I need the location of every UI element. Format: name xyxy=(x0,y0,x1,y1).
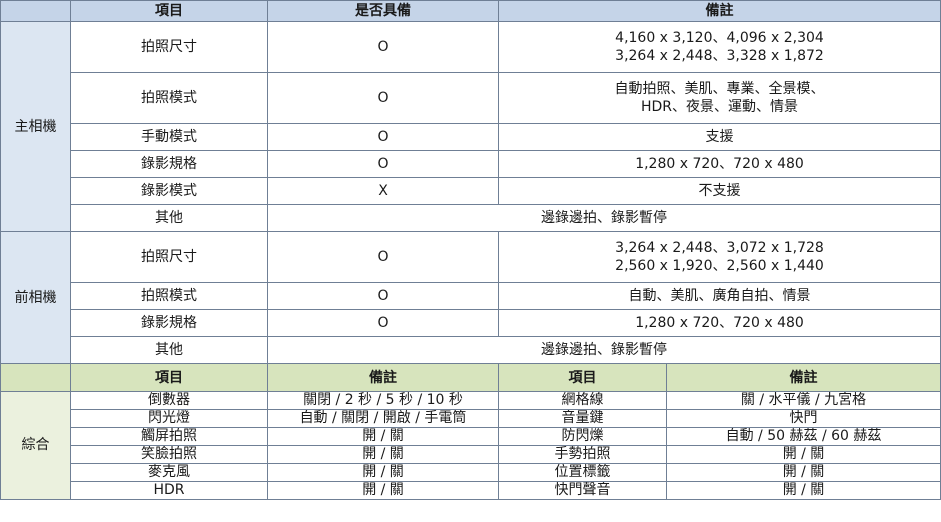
row-notes: 1,280 x 720、720 x 480 xyxy=(498,150,941,178)
category-general: 綜合 xyxy=(0,391,71,500)
header-blank xyxy=(0,0,71,22)
row-item: 拍照尺寸 xyxy=(70,231,268,283)
general-note-1: 開 / 關 xyxy=(267,481,499,500)
table-row: 前相機 拍照尺寸 O 3,264 x 2,448、3,072 x 1,728 2… xyxy=(0,231,941,364)
row-item: 手動模式 xyxy=(70,123,268,151)
table-row: 拍照模式 O 自動、美肌、廣角自拍、情景 xyxy=(1,282,941,310)
general-header-row: 項目 備註 項目 備註 xyxy=(0,363,941,392)
general-note-2: 開 / 關 xyxy=(666,481,941,500)
table-row: 閃光燈 自動 / 關閉 / 開啟 / 手電筒 音量鍵 快門 xyxy=(1,409,941,428)
row-item: 其他 xyxy=(70,204,268,232)
row-notes: 不支援 xyxy=(498,177,941,205)
general-header-note-1: 備註 xyxy=(267,363,499,392)
row-supported: O xyxy=(267,150,499,178)
table-row: 手動模式 O 支援 xyxy=(1,123,941,151)
table-row: 拍照模式 O 自動拍照、美肌、專業、全景模、 HDR、夜景、運動、情景 xyxy=(1,72,941,124)
row-item: 其他 xyxy=(70,336,268,364)
general-note-2: 關 / 水平儀 / 九宮格 xyxy=(666,391,941,410)
row-supported: X xyxy=(267,177,499,205)
row-supported: O xyxy=(267,231,499,283)
table-row: 主相機 拍照尺寸 O 4,160 x 3,120、4,096 x 2,304 3… xyxy=(0,21,941,232)
general-item-1: 閃光燈 xyxy=(70,409,268,428)
row-other-value: 邊錄邊拍、錄影暫停 xyxy=(267,204,941,232)
table-row: 觸屏拍照 開 / 關 防閃爍 自動 / 50 赫茲 / 60 赫茲 xyxy=(1,427,941,446)
general-note-2: 快門 xyxy=(666,409,941,428)
table-row: 笑臉拍照 開 / 關 手勢拍照 開 / 關 xyxy=(1,445,941,464)
row-notes: 4,160 x 3,120、4,096 x 2,304 3,264 x 2,44… xyxy=(498,21,941,73)
general-item-1: 麥克風 xyxy=(70,463,268,482)
row-notes: 自動拍照、美肌、專業、全景模、 HDR、夜景、運動、情景 xyxy=(498,72,941,124)
header-item: 項目 xyxy=(70,0,268,22)
row-item: 拍照模式 xyxy=(70,72,268,124)
general-item-2: 位置標籤 xyxy=(498,463,667,482)
notes-line: 3,264 x 2,448、3,328 x 1,872 xyxy=(615,48,824,64)
row-item: 拍照模式 xyxy=(70,282,268,310)
row-notes: 1,280 x 720、720 x 480 xyxy=(498,309,941,337)
table-header-row: 項目 是否具備 備註 xyxy=(0,0,941,22)
general-note-2: 開 / 關 xyxy=(666,463,941,482)
general-item-2: 快門聲音 xyxy=(498,481,667,500)
general-header-item-2: 項目 xyxy=(498,363,667,392)
row-supported: O xyxy=(267,72,499,124)
table-row: 其他 邊錄邊拍、錄影暫停 xyxy=(1,336,941,364)
general-item-1: 觸屏拍照 xyxy=(70,427,268,446)
row-supported: O xyxy=(267,123,499,151)
row-supported: O xyxy=(267,282,499,310)
general-item-2: 手勢拍照 xyxy=(498,445,667,464)
general-note-1: 開 / 關 xyxy=(267,463,499,482)
row-notes: 自動、美肌、廣角自拍、情景 xyxy=(498,282,941,310)
row-other-value: 邊錄邊拍、錄影暫停 xyxy=(267,336,941,364)
general-note-1: 關閉 / 2 秒 / 5 秒 / 10 秒 xyxy=(267,391,499,410)
notes-line: 2,560 x 1,920、2,560 x 1,440 xyxy=(615,258,824,274)
camera-spec-table: 項目 是否具備 備註 主相機 拍照尺寸 O 4,160 x 3,120、4,09… xyxy=(0,0,941,500)
general-header-item-1: 項目 xyxy=(70,363,268,392)
row-notes: 支援 xyxy=(498,123,941,151)
row-item: 錄影模式 xyxy=(70,177,268,205)
notes-line: 3,264 x 2,448、3,072 x 1,728 xyxy=(615,240,824,256)
table-row: 錄影模式 X 不支援 xyxy=(1,177,941,205)
table-row: 錄影規格 O 1,280 x 720、720 x 480 xyxy=(1,150,941,178)
header-supported: 是否具備 xyxy=(267,0,499,22)
general-header-note-2: 備註 xyxy=(666,363,941,392)
category-front-camera: 前相機 xyxy=(0,231,71,364)
header-notes: 備註 xyxy=(498,0,941,22)
general-item-1: HDR xyxy=(70,481,268,500)
row-supported: O xyxy=(267,21,499,73)
notes-line: 4,160 x 3,120、4,096 x 2,304 xyxy=(615,30,824,46)
general-header-blank xyxy=(0,363,71,392)
general-note-1: 自動 / 關閉 / 開啟 / 手電筒 xyxy=(267,409,499,428)
row-item: 錄影規格 xyxy=(70,309,268,337)
table-row: 麥克風 開 / 關 位置標籤 開 / 關 xyxy=(1,463,941,482)
general-note-1: 開 / 關 xyxy=(267,445,499,464)
category-main-camera: 主相機 xyxy=(0,21,71,232)
notes-line: HDR、夜景、運動、情景 xyxy=(640,99,799,115)
general-note-2: 自動 / 50 赫茲 / 60 赫茲 xyxy=(666,427,941,446)
table-row: HDR 開 / 關 快門聲音 開 / 關 xyxy=(1,481,941,500)
general-item-1: 倒數器 xyxy=(70,391,268,410)
general-item-2: 網格線 xyxy=(498,391,667,410)
general-note-2: 開 / 關 xyxy=(666,445,941,464)
notes-line: 自動拍照、美肌、專業、全景模、 xyxy=(614,81,825,97)
table-row: 綜合 倒數器 關閉 / 2 秒 / 5 秒 / 10 秒 網格線 關 / 水平儀… xyxy=(0,391,941,500)
general-note-1: 開 / 關 xyxy=(267,427,499,446)
table-row: 其他 邊錄邊拍、錄影暫停 xyxy=(1,204,941,232)
general-item-2: 防閃爍 xyxy=(498,427,667,446)
row-item: 錄影規格 xyxy=(70,150,268,178)
spec-sheet: 項目 是否具備 備註 主相機 拍照尺寸 O 4,160 x 3,120、4,09… xyxy=(0,0,941,522)
row-item: 拍照尺寸 xyxy=(70,21,268,73)
general-item-1: 笑臉拍照 xyxy=(70,445,268,464)
row-notes: 3,264 x 2,448、3,072 x 1,728 2,560 x 1,92… xyxy=(498,231,941,283)
row-supported: O xyxy=(267,309,499,337)
table-row: 錄影規格 O 1,280 x 720、720 x 480 xyxy=(1,309,941,337)
general-item-2: 音量鍵 xyxy=(498,409,667,428)
